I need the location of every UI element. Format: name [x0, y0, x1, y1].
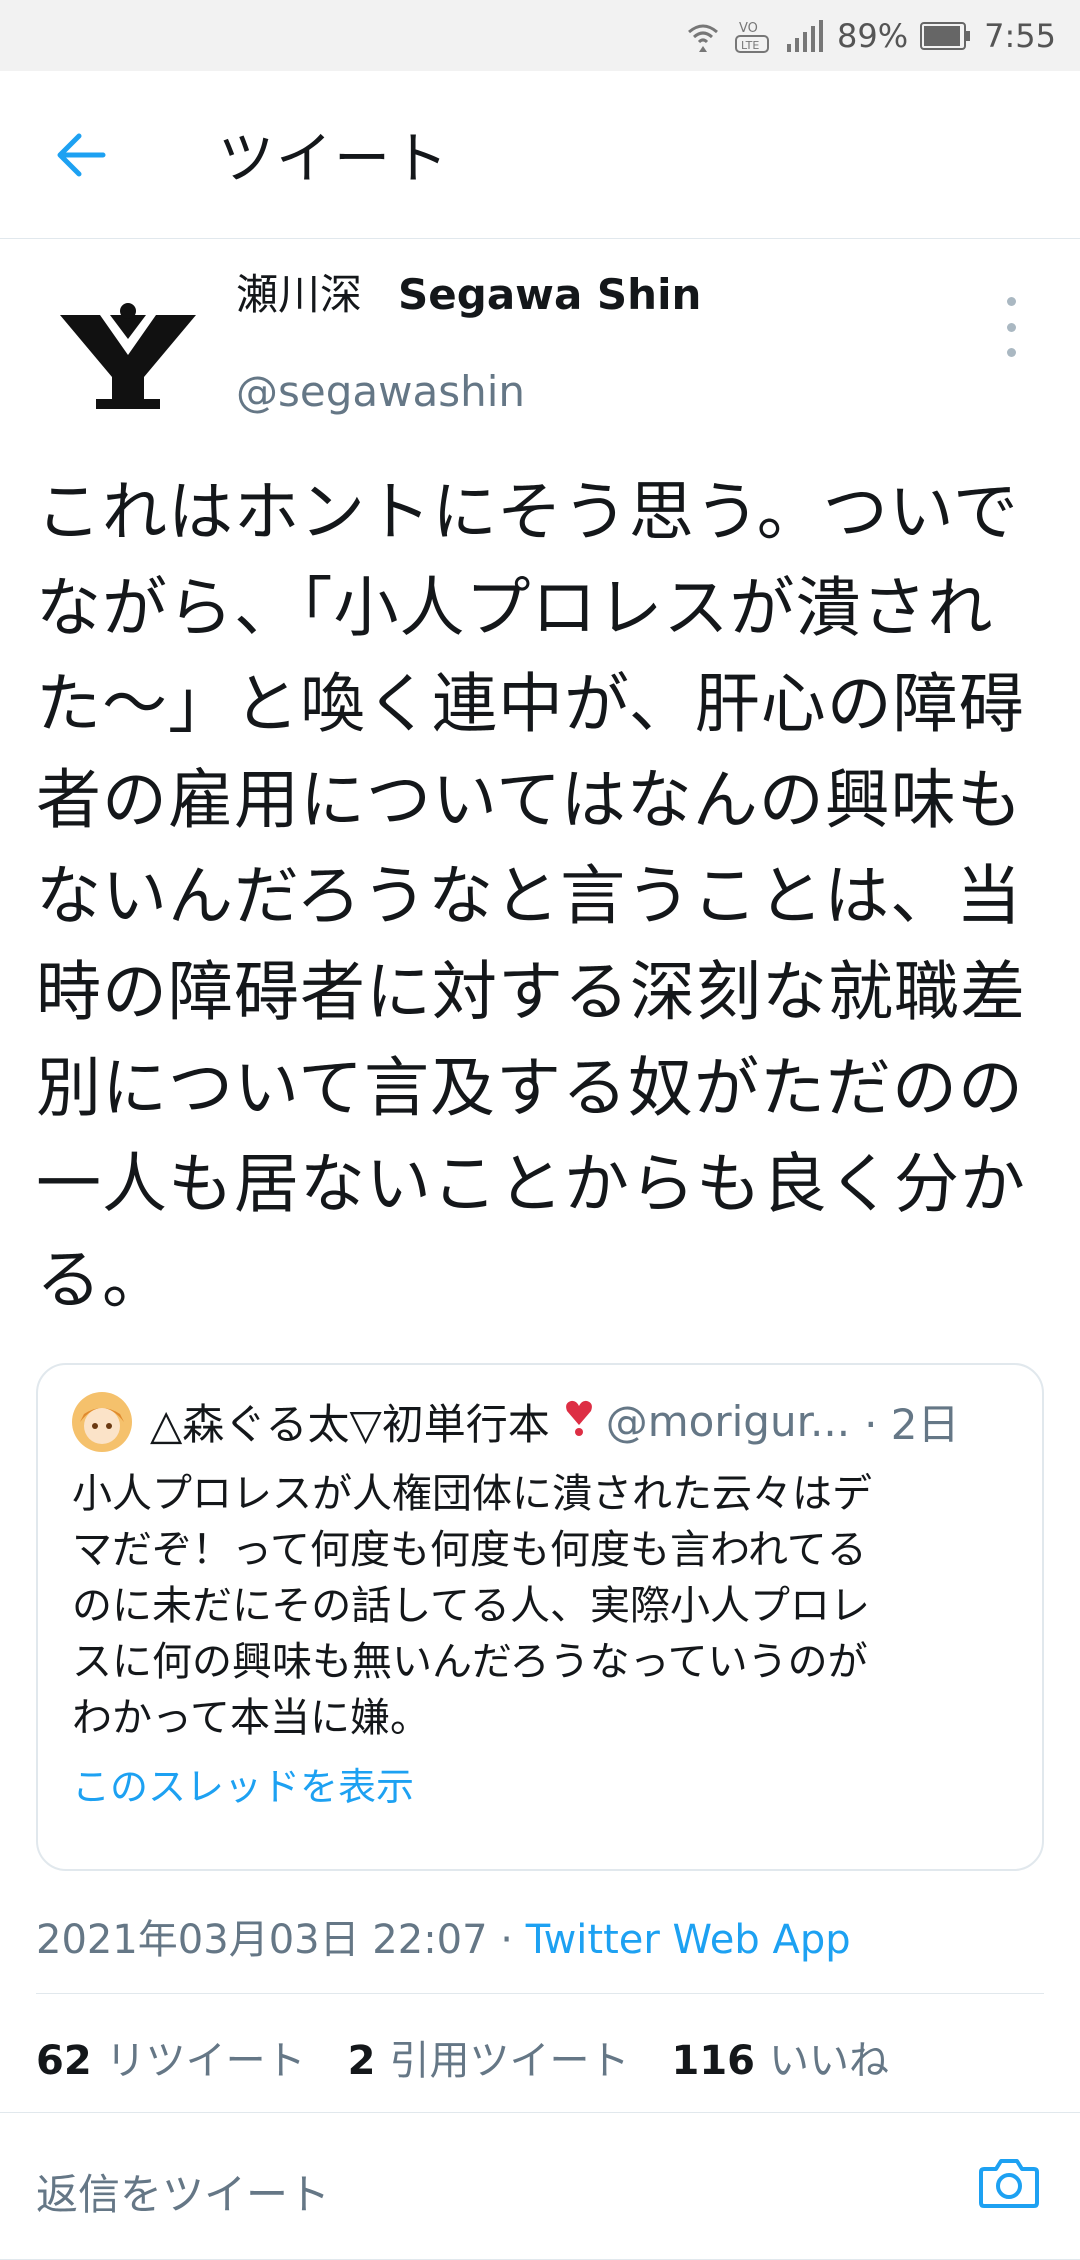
back-button[interactable]: [0, 71, 170, 238]
wifi-icon: [685, 18, 721, 54]
camera-icon: [979, 2159, 1039, 2208]
heart-emoji-icon: [564, 1397, 594, 1447]
author-name-jp[interactable]: 瀬川深: [236, 261, 362, 322]
quotes-stat[interactable]: 2 引用ツイート: [348, 2028, 630, 2086]
reply-input[interactable]: 返信をツイート: [36, 2161, 330, 2222]
more-dot-icon: [1006, 297, 1016, 306]
meta-separator: ·: [487, 1917, 526, 1963]
status-bar: VO LTE 89% 7:55: [0, 0, 1080, 71]
quotes-count: 2: [347, 2038, 376, 2084]
tweet-author: 瀬川深 Segawa Shin @segawashin: [36, 239, 1044, 459]
more-options-button[interactable]: [996, 297, 1026, 357]
quoted-text: 小人プロレスが人権団体に潰された云々はデ マだぞ！って何度も何度も何度も言われて…: [72, 1471, 872, 1741]
more-dot-icon: [1006, 348, 1016, 357]
signal-icon: [785, 19, 825, 52]
show-thread-link[interactable]: このスレッドを表示: [72, 1756, 1008, 1811]
clock: 7:55: [984, 16, 1056, 55]
svg-text:LTE: LTE: [741, 39, 759, 52]
quoted-avatar[interactable]: [72, 1391, 132, 1452]
tweet-text: これはホントにそう思う。ついで ながら、「小人プロレスが潰され た〜」と喚く連中…: [36, 475, 1027, 1318]
retweets-count: 62: [36, 2038, 92, 2084]
likes-stat[interactable]: 116 いいね: [672, 2028, 890, 2086]
tweet-detail: 瀬川深 Segawa Shin @segawashin これはホントにそう思う。…: [0, 239, 1080, 2113]
battery-icon: [920, 21, 972, 51]
tweet-timestamp: 2021年03月03日 22:07: [36, 1917, 488, 1963]
battery-percent: 89%: [837, 16, 909, 55]
author-name-en[interactable]: Segawa Shin: [398, 270, 701, 319]
quoted-author-handle: @morigur...: [605, 1397, 851, 1446]
reply-bar: 返信をツイート: [0, 2113, 1080, 2260]
retweets-stat[interactable]: 62 リツイート: [36, 2028, 306, 2086]
top-bar: ツイート: [0, 71, 1080, 239]
tweet-meta: 2021年03月03日 22:07 · Twitter Web App: [36, 1907, 1044, 1994]
volte-icon: VO LTE: [733, 16, 773, 56]
avatar[interactable]: [48, 277, 208, 427]
tweet-source-link[interactable]: Twitter Web App: [526, 1917, 851, 1963]
quoted-time: · 2日: [864, 1400, 960, 1449]
more-dot-icon: [1006, 322, 1016, 332]
page-title: ツイート: [218, 127, 450, 192]
author-handle[interactable]: @segawashin: [236, 367, 525, 416]
quotes-label: 引用ツイート: [389, 2038, 630, 2084]
quoted-author-name: △森ぐる太▽初単行本: [150, 1400, 550, 1449]
back-arrow-icon: [57, 133, 106, 176]
likes-label: いいね: [769, 2038, 890, 2084]
retweets-label: リツイート: [105, 2038, 306, 2084]
quoted-tweet[interactable]: △森ぐる太▽初単行本 @morigur... · 2日 小人プロレスが人権団体に…: [36, 1363, 1044, 1871]
camera-button[interactable]: [978, 2153, 1040, 2215]
tweet-stats: 62 リツイート 2 引用ツイート 116 いいね: [0, 1994, 1080, 2113]
svg-text:VO: VO: [739, 21, 758, 36]
likes-count: 116: [671, 2038, 756, 2084]
